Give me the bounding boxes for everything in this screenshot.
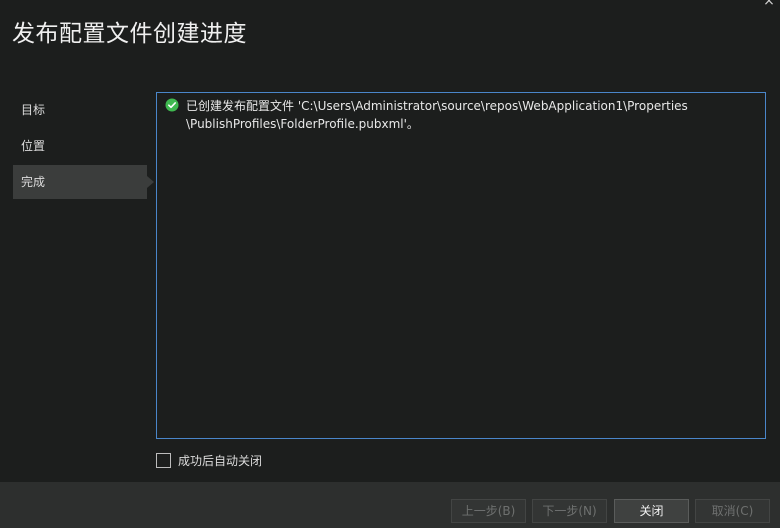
close-window-icon[interactable]: × xyxy=(762,0,776,8)
publish-progress-dialog: × 发布配置文件创建进度 目标 位置 完成 已创建发布配置文件 'C:\User… xyxy=(0,0,780,528)
nav-item-label: 目标 xyxy=(21,103,46,117)
nav-item-label: 完成 xyxy=(21,175,46,189)
wizard-nav: 目标 位置 完成 xyxy=(13,93,154,201)
log-entry: 已创建发布配置文件 'C:\Users\Administrator\source… xyxy=(165,97,759,133)
active-pointer-arrow-icon xyxy=(147,176,154,188)
check-circle-icon xyxy=(165,98,179,112)
nav-item-finish[interactable]: 完成 xyxy=(13,165,154,199)
close-button[interactable]: 关闭 xyxy=(614,499,689,523)
auto-close-option[interactable]: 成功后自动关闭 xyxy=(156,452,262,469)
dialog-footer: 上一步(B) 下一步(N) 关闭 取消(C) xyxy=(0,482,780,528)
next-button[interactable]: 下一步(N) xyxy=(532,499,607,523)
nav-item-location[interactable]: 位置 xyxy=(13,129,147,163)
auto-close-label: 成功后自动关闭 xyxy=(178,454,263,468)
auto-close-checkbox[interactable] xyxy=(156,453,171,468)
progress-log-panel: 已创建发布配置文件 'C:\Users\Administrator\source… xyxy=(156,92,766,439)
nav-item-target[interactable]: 目标 xyxy=(13,93,147,127)
log-entry-text: 已创建发布配置文件 'C:\Users\Administrator\source… xyxy=(186,99,688,131)
previous-button[interactable]: 上一步(B) xyxy=(451,499,526,523)
dialog-title: 发布配置文件创建进度 xyxy=(12,21,247,47)
nav-item-label: 位置 xyxy=(21,139,46,153)
cancel-button[interactable]: 取消(C) xyxy=(695,499,770,523)
